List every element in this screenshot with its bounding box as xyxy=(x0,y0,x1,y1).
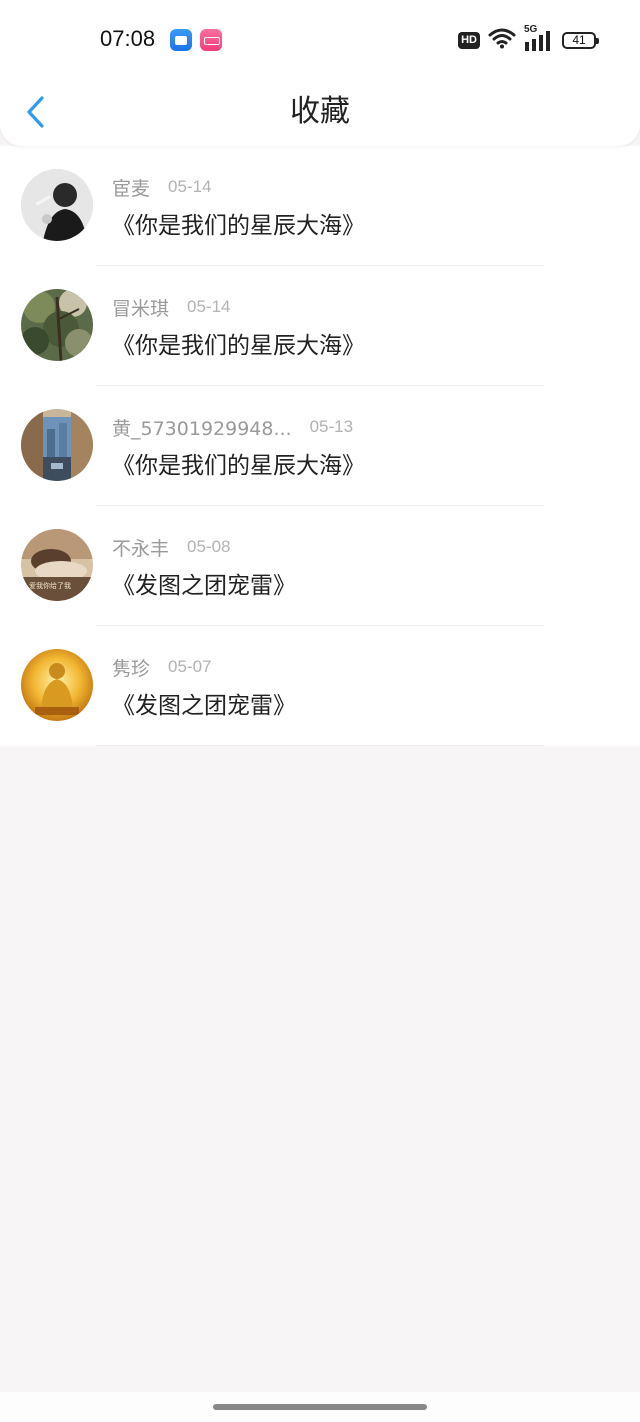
avatar: 爱我你给了我 xyxy=(21,529,93,601)
nav-header: 收藏 xyxy=(0,80,640,144)
post-date: 05-08 xyxy=(187,537,231,556)
top-bar: 07:08 HD 5G 41 收藏 xyxy=(0,0,640,146)
user-name: 不永丰 xyxy=(112,537,170,560)
home-indicator[interactable] xyxy=(213,1404,427,1410)
item-meta: 隽珍 05-07 xyxy=(112,654,212,680)
item-title: 《你是我们的星辰大海》 xyxy=(112,333,365,359)
post-date: 05-07 xyxy=(168,657,212,676)
item-title: 《你是我们的星辰大海》 xyxy=(112,213,365,239)
status-indicators: HD 5G 41 xyxy=(458,24,599,53)
calendar-app-icon xyxy=(170,29,192,51)
list-item[interactable]: 隽珍 05-07 《发图之团宠雷》 xyxy=(0,626,640,746)
post-date: 05-13 xyxy=(309,417,354,436)
cellular-signal-icon: 5G xyxy=(524,24,554,52)
post-date: 05-14 xyxy=(187,297,231,316)
item-meta: 不永丰 05-08 xyxy=(112,534,231,560)
item-meta: 冒米琪 05-14 xyxy=(112,294,231,320)
list-item[interactable]: 黄_57301929948... 05-13 《你是我们的星辰大海》 xyxy=(0,386,640,506)
avatar xyxy=(21,409,93,481)
user-name: 隽珍 xyxy=(112,657,151,680)
item-title: 《发图之团宠雷》 xyxy=(112,573,296,599)
pink-app-icon xyxy=(200,29,222,51)
avatar xyxy=(21,289,93,361)
item-meta: 黄_57301929948... 05-13 xyxy=(112,414,353,440)
hd-badge: HD xyxy=(458,31,480,49)
list-item[interactable]: 宦麦 05-14 《你是我们的星辰大海》 xyxy=(0,146,640,266)
post-date: 05-14 xyxy=(168,177,212,196)
item-meta: 宦麦 05-14 xyxy=(112,174,212,200)
list-item[interactable]: 冒米琪 05-14 《你是我们的星辰大海》 xyxy=(0,266,640,386)
avatar-caption: 爱我你给了我 xyxy=(29,582,71,590)
divider xyxy=(96,745,544,746)
avatar xyxy=(21,649,93,721)
status-time: 07:08 xyxy=(100,26,156,51)
battery-indicator: 41 xyxy=(562,31,599,49)
item-title: 《你是我们的星辰大海》 xyxy=(112,453,365,479)
user-name: 冒米琪 xyxy=(112,297,170,320)
user-name: 宦麦 xyxy=(112,177,151,200)
favorites-screen: 07:08 HD 5G 41 收藏 宦麦 05-14 《你是我们的星辰大海》 冒… xyxy=(0,0,640,1422)
avatar xyxy=(21,169,93,241)
user-name: 黄_57301929948... xyxy=(112,417,292,440)
item-title: 《发图之团宠雷》 xyxy=(112,693,296,719)
wifi-icon xyxy=(488,27,516,53)
list-item[interactable]: 爱我你给了我 不永丰 05-08 《发图之团宠雷》 xyxy=(0,506,640,626)
page-title: 收藏 xyxy=(290,94,350,129)
favorites-list: 宦麦 05-14 《你是我们的星辰大海》 冒米琪 05-14 《你是我们的星辰大… xyxy=(0,146,640,746)
status-bar: 07:08 HD 5G 41 xyxy=(0,0,640,80)
